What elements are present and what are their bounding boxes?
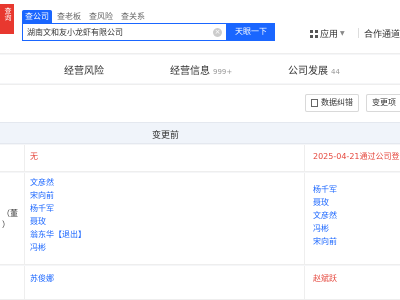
- tab-search-company[interactable]: 查公司: [22, 10, 52, 23]
- exit-badge: 【退出】: [54, 230, 86, 239]
- search-box: ×: [22, 23, 227, 41]
- clear-icon[interactable]: ×: [213, 27, 222, 37]
- tab-business-risk[interactable]: 经营风险: [64, 62, 104, 77]
- before-cell: 无: [25, 145, 305, 171]
- before-cell: 苏俊娜: [25, 266, 305, 299]
- person-link[interactable]: 苏俊娜: [30, 273, 54, 284]
- search-type-tabs: 查公司 查老板 查风险 查关系: [22, 10, 148, 23]
- tab-count: 999+: [213, 68, 233, 76]
- tab-search-boss[interactable]: 查老板: [54, 10, 84, 23]
- person-entry: 翁东华【退出】: [30, 229, 86, 241]
- before-cell: 文彦然 宋向前 杨千军 聂玫 翁东华【退出】 冯彬: [25, 173, 305, 264]
- person-link[interactable]: 宋向前: [313, 236, 337, 248]
- after-value[interactable]: 赵斌跃: [313, 273, 337, 284]
- person-link[interactable]: 聂玫: [313, 197, 337, 209]
- person-link[interactable]: 文彦然: [30, 177, 86, 189]
- search-input[interactable]: [23, 24, 213, 40]
- before-names: 文彦然 宋向前 杨千军 聂玫 翁东华【退出】 冯彬: [30, 177, 86, 254]
- apps-menu[interactable]: 应用 ▼: [310, 27, 345, 40]
- tab-count: 44: [331, 68, 340, 76]
- tab-company-development[interactable]: 公司发展 44: [288, 62, 340, 77]
- divider: [358, 28, 359, 38]
- person-link[interactable]: 文彦然: [313, 210, 337, 222]
- after-names: 杨千军 聂玫 文彦然 冯彬 宋向前: [313, 184, 337, 248]
- table-row: 无 2025-04-21通过公司登: [0, 145, 400, 172]
- tab-search-risk[interactable]: 查风险: [86, 10, 116, 23]
- tab-business-info[interactable]: 经营信息 999+: [170, 62, 232, 77]
- tab-label: 公司发展: [288, 66, 328, 77]
- person-link[interactable]: 宋向前: [30, 190, 86, 202]
- row-label-cell: （董）: [0, 173, 25, 264]
- grid-icon: [310, 29, 318, 38]
- person-link[interactable]: 聂玫: [30, 216, 86, 228]
- change-items-label: 变更项: [372, 98, 396, 107]
- person-link[interactable]: 杨千军: [30, 203, 86, 215]
- tab-label: 经营信息: [170, 66, 210, 77]
- row-label-cell: [0, 266, 25, 299]
- document-icon: [311, 99, 318, 107]
- data-correction-button[interactable]: 数据纠错: [305, 94, 359, 112]
- toolbar: 数据纠错 变更项: [0, 84, 400, 122]
- search-button[interactable]: 天眼一下: [227, 23, 275, 41]
- row-label: （董）: [2, 209, 18, 229]
- row-label-cell: [0, 145, 25, 171]
- person-link[interactable]: 杨千军: [313, 184, 337, 196]
- section-tabs: 经营风险 经营信息 999+ 公司发展 44: [0, 55, 400, 83]
- person-link[interactable]: 冯彬: [30, 242, 86, 254]
- chevron-down-icon: ▼: [340, 30, 345, 37]
- person-link[interactable]: 翁东华: [30, 230, 54, 239]
- data-correction-label: 数据纠错: [321, 98, 353, 107]
- change-items-button[interactable]: 变更项: [366, 94, 400, 112]
- site-logo[interactable]: 查询: [0, 4, 14, 34]
- top-bar: 查询 查公司 查老板 查风险 查关系 × 天眼一下 应用 ▼ 合作通道: [0, 0, 400, 54]
- table-row: 苏俊娜 赵斌跃: [0, 266, 400, 300]
- table-row: （董） 文彦然 宋向前 杨千军 聂玫 翁东华【退出】 冯彬 杨千军 聂玫 文彦然…: [0, 173, 400, 265]
- tab-label: 经营风险: [64, 66, 104, 77]
- person-link[interactable]: 冯彬: [313, 223, 337, 235]
- table-header: 变更前: [0, 122, 400, 144]
- cooperation-link[interactable]: 合作通道: [364, 27, 400, 40]
- column-header-before: 变更前: [152, 131, 180, 141]
- apps-label: 应用: [320, 30, 339, 40]
- before-value: 无: [30, 152, 38, 161]
- after-value: 2025-04-21通过公司登: [313, 152, 400, 161]
- tab-search-relation[interactable]: 查关系: [118, 10, 148, 23]
